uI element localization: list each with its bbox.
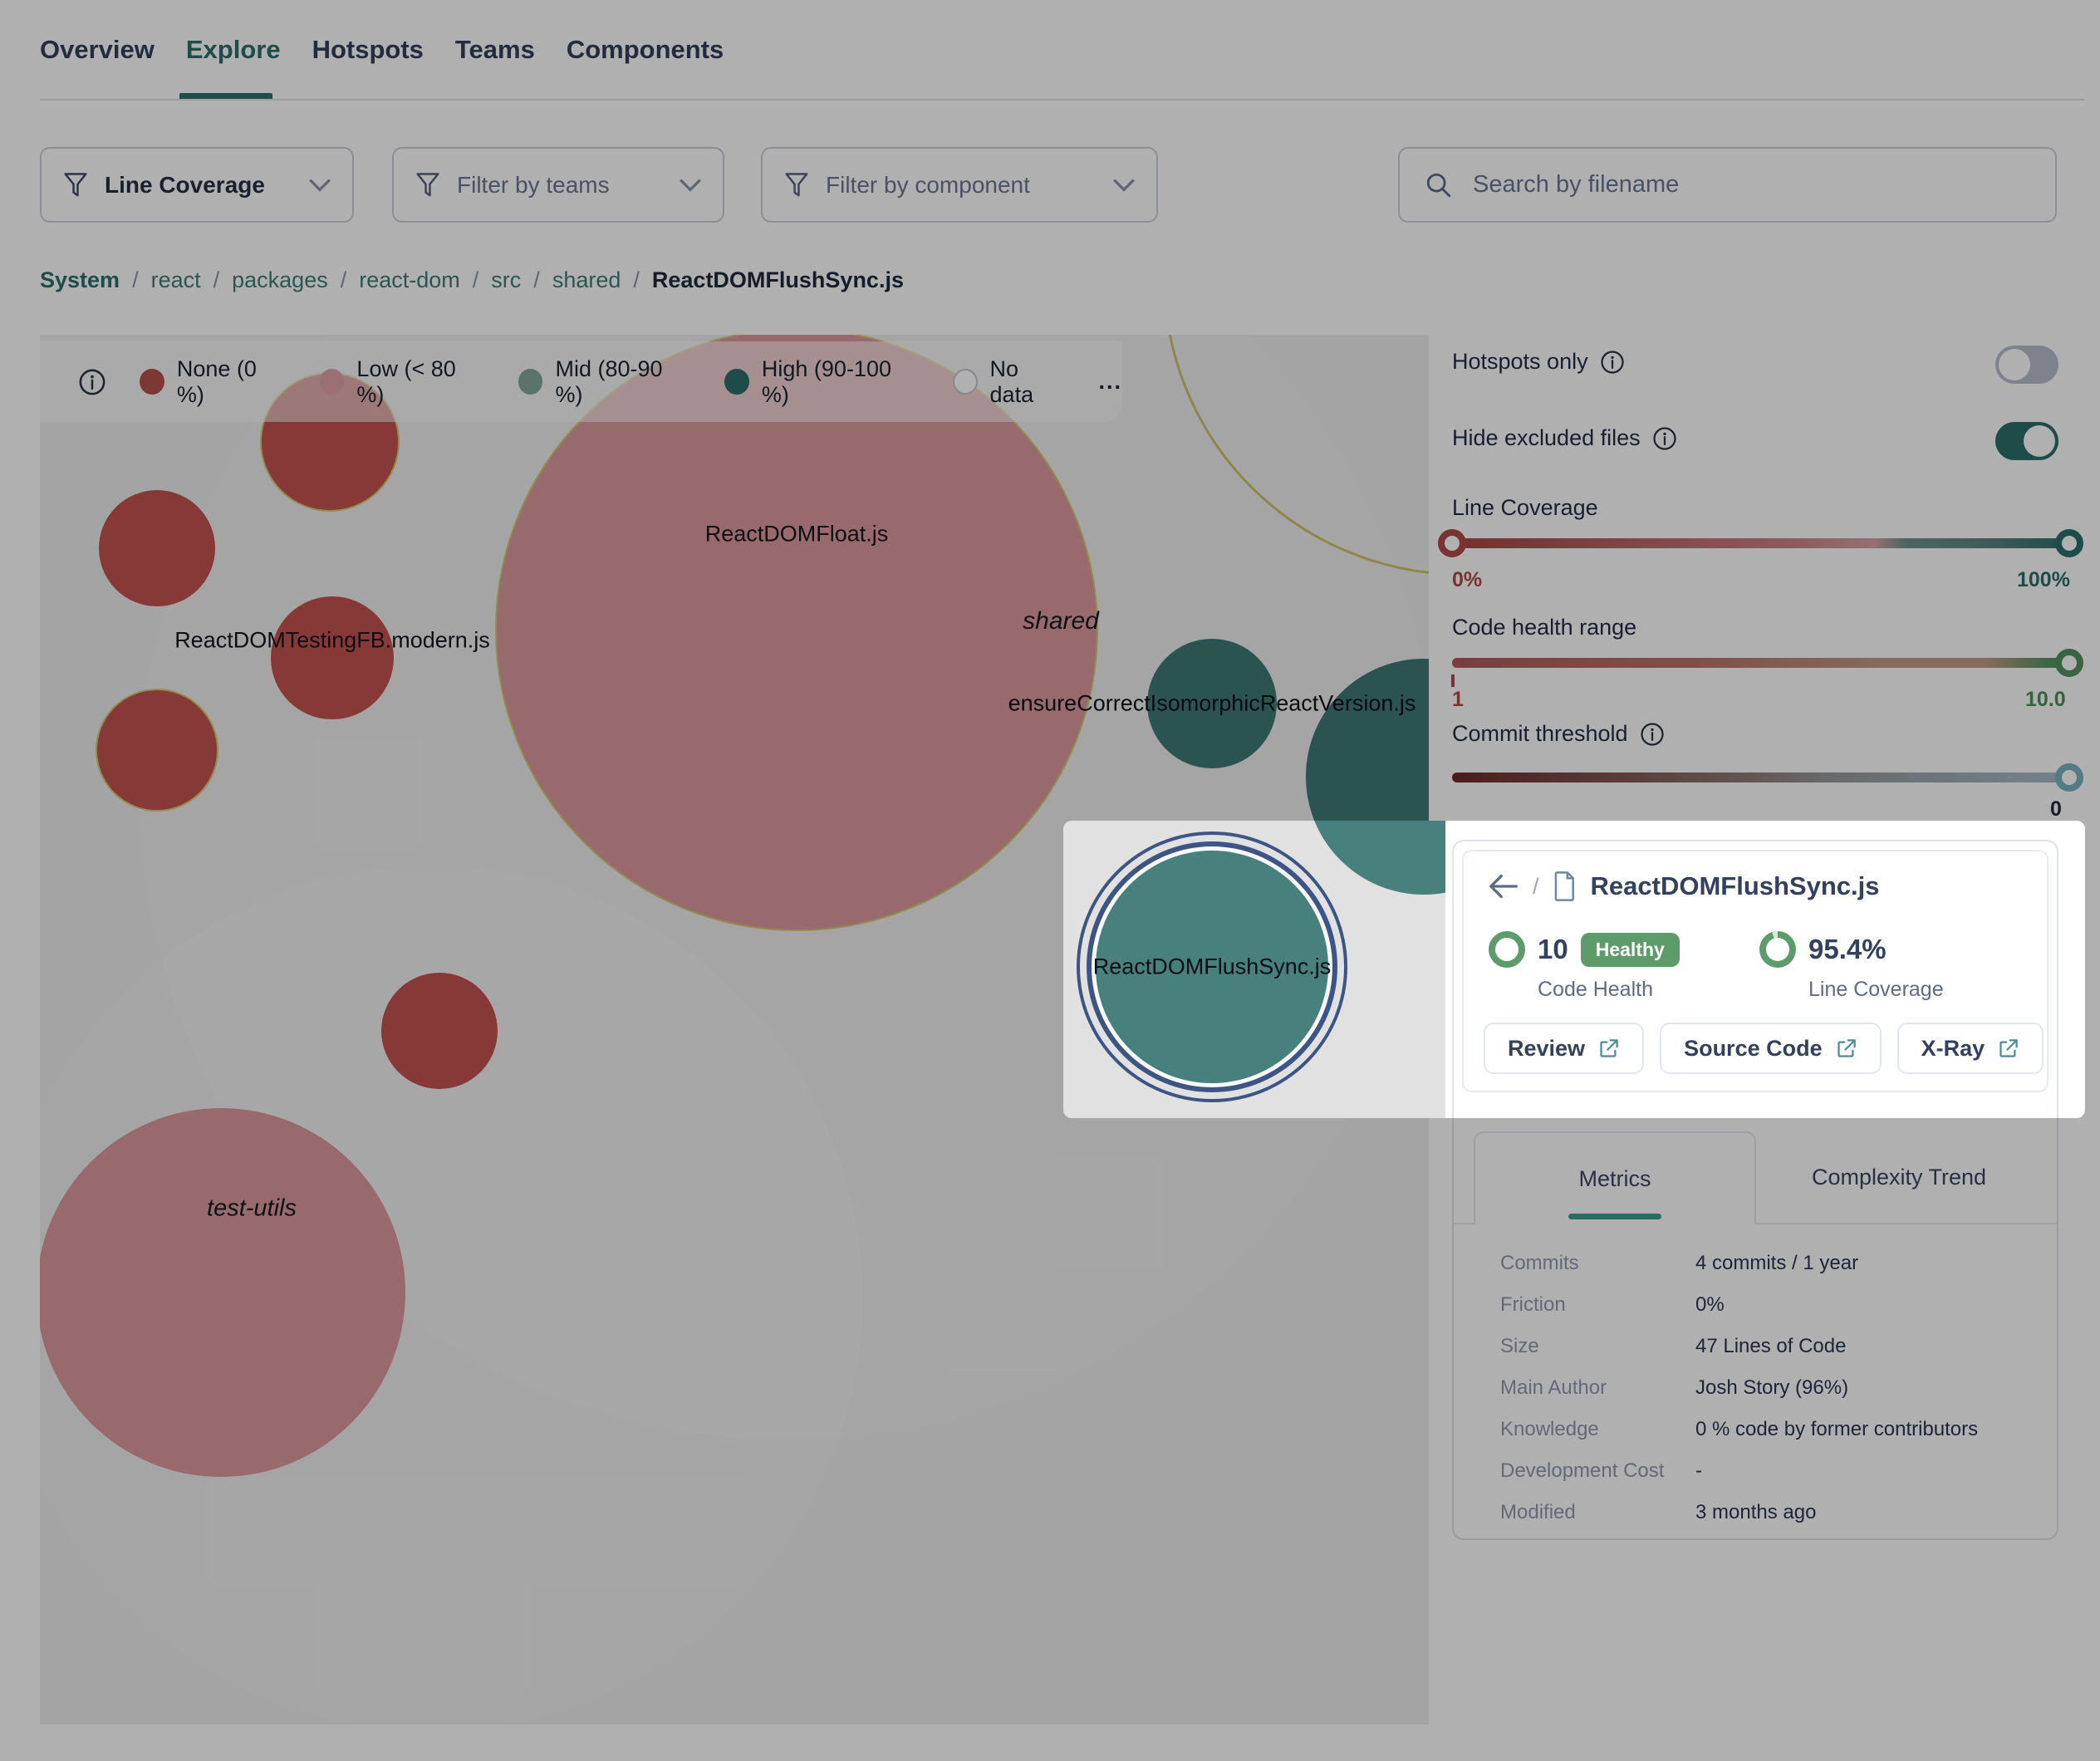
code-health-stat: 10 Healthy Code Health bbox=[1489, 931, 1738, 1002]
file-stats: 10 Healthy Code Health 95.4% Line Covera… bbox=[1489, 931, 1944, 1002]
source-code-button[interactable]: Source Code bbox=[1660, 1023, 1882, 1074]
spotlight-region: ReactDOMFlushSync.js / ReactDOMFlushSync… bbox=[1063, 821, 2085, 1118]
code-health-ring-icon bbox=[1489, 931, 1525, 968]
bubble-teal-large-bright[interactable] bbox=[1306, 821, 1445, 895]
file-detail-card-top: / ReactDOMFlushSync.js 10 Healthy Code H… bbox=[1452, 840, 2058, 1118]
line-coverage-label: Line Coverage bbox=[1808, 978, 1944, 1002]
file-action-buttons: Review Source Code X-Ray bbox=[1484, 1023, 2044, 1074]
header-separator: / bbox=[1533, 874, 1539, 900]
line-coverage-stat: 95.4% Line Coverage bbox=[1759, 931, 1944, 1002]
selected-bubble-area: ReactDOMFlushSync.js bbox=[1063, 821, 1445, 1118]
line-coverage-value: 95.4% bbox=[1808, 934, 1887, 965]
review-button-label: Review bbox=[1508, 1036, 1585, 1062]
card-spotlight-backdrop: / ReactDOMFlushSync.js 10 Healthy Code H… bbox=[1445, 821, 2085, 1118]
line-coverage-ring-icon bbox=[1759, 931, 1796, 968]
external-link-icon bbox=[1597, 1037, 1620, 1060]
bubble-label: ReactDOMFlushSync.js bbox=[1093, 954, 1332, 980]
back-arrow-icon[interactable] bbox=[1489, 873, 1519, 900]
source-code-button-label: Source Code bbox=[1684, 1036, 1823, 1062]
file-title: ReactDOMFlushSync.js bbox=[1591, 871, 1880, 901]
code-health-label: Code Health bbox=[1538, 978, 1738, 1002]
code-health-value: 10 bbox=[1538, 934, 1568, 965]
app-root: Overview Explore Hotspots Teams Componen… bbox=[0, 0, 2100, 1761]
xray-button[interactable]: X-Ray bbox=[1897, 1023, 2044, 1074]
external-link-icon bbox=[1997, 1037, 2019, 1060]
file-detail-inner-box: / ReactDOMFlushSync.js 10 Healthy Code H… bbox=[1462, 850, 2048, 1092]
xray-button-label: X-Ray bbox=[1921, 1036, 1985, 1062]
file-detail-header: / ReactDOMFlushSync.js bbox=[1489, 871, 1880, 901]
review-button[interactable]: Review bbox=[1484, 1023, 1644, 1074]
external-link-icon bbox=[1835, 1037, 1857, 1060]
file-icon bbox=[1553, 871, 1577, 901]
status-badge: Healthy bbox=[1581, 933, 1680, 967]
